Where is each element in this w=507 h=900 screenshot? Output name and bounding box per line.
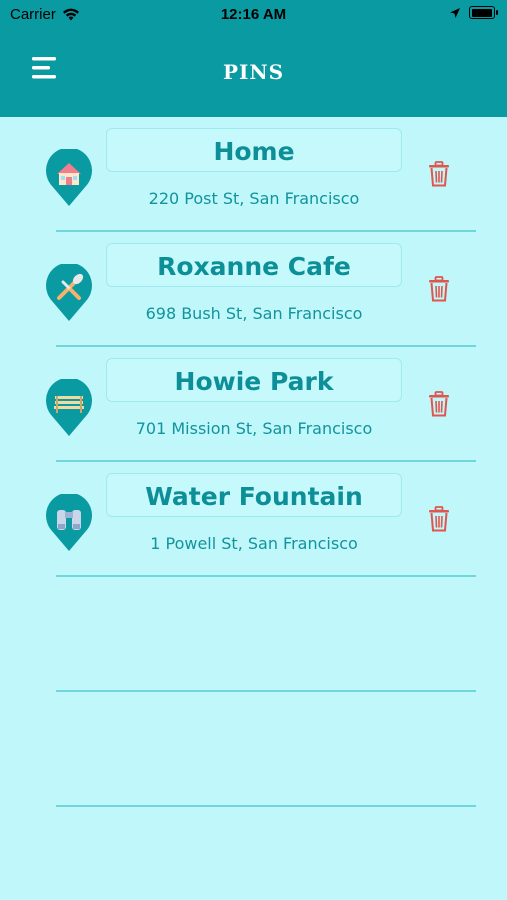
trash-icon[interactable] [428,276,450,302]
list-item: Water Fountain 1 Powell St, San Francisc… [0,462,507,577]
row-divider [56,805,476,807]
empty-row [0,692,507,807]
pin-name: Howie Park [174,367,334,396]
location-arrow-icon [450,7,460,18]
pin-address: 1 Powell St, San Francisco [150,534,358,553]
battery-icon [469,6,498,19]
list-item: Roxanne Cafe 698 Bush St, San Francisco [0,232,507,347]
list-item: Home 220 Post St, San Francisco [0,117,507,232]
nav-bar: PINS [0,28,507,117]
bench-icon [46,379,92,436]
trash-icon[interactable] [428,161,450,187]
pin-address: 698 Bush St, San Francisco [145,304,363,323]
pin-name-field[interactable]: Howie Park [106,358,402,402]
pin-list: Home 220 Post St, San Francisco Roxanne … [0,117,507,807]
status-bar: Carrier 12:16 AM [0,0,507,28]
pin-name-field[interactable]: Roxanne Cafe [106,243,402,287]
pin-address: 220 Post St, San Francisco [148,189,360,208]
clock: 12:16 AM [220,6,287,23]
pin-name-field[interactable]: Home [106,128,402,172]
pin-address: 701 Mission St, San Francisco [135,419,373,438]
list-item: Howie Park 701 Mission St, San Francisco [0,347,507,462]
pin-name-field[interactable]: Water Fountain [106,473,402,517]
pin-name: Home [213,137,295,166]
empty-row [0,577,507,692]
utensils-icon [46,264,92,321]
page-title: PINS [222,60,285,84]
fountain-icon [46,494,92,551]
pin-name: Roxanne Cafe [157,252,351,281]
trash-icon[interactable] [428,506,450,532]
pin-name: Water Fountain [145,482,363,511]
trash-icon[interactable] [428,391,450,417]
status-right [449,6,498,19]
house-icon [46,149,92,206]
